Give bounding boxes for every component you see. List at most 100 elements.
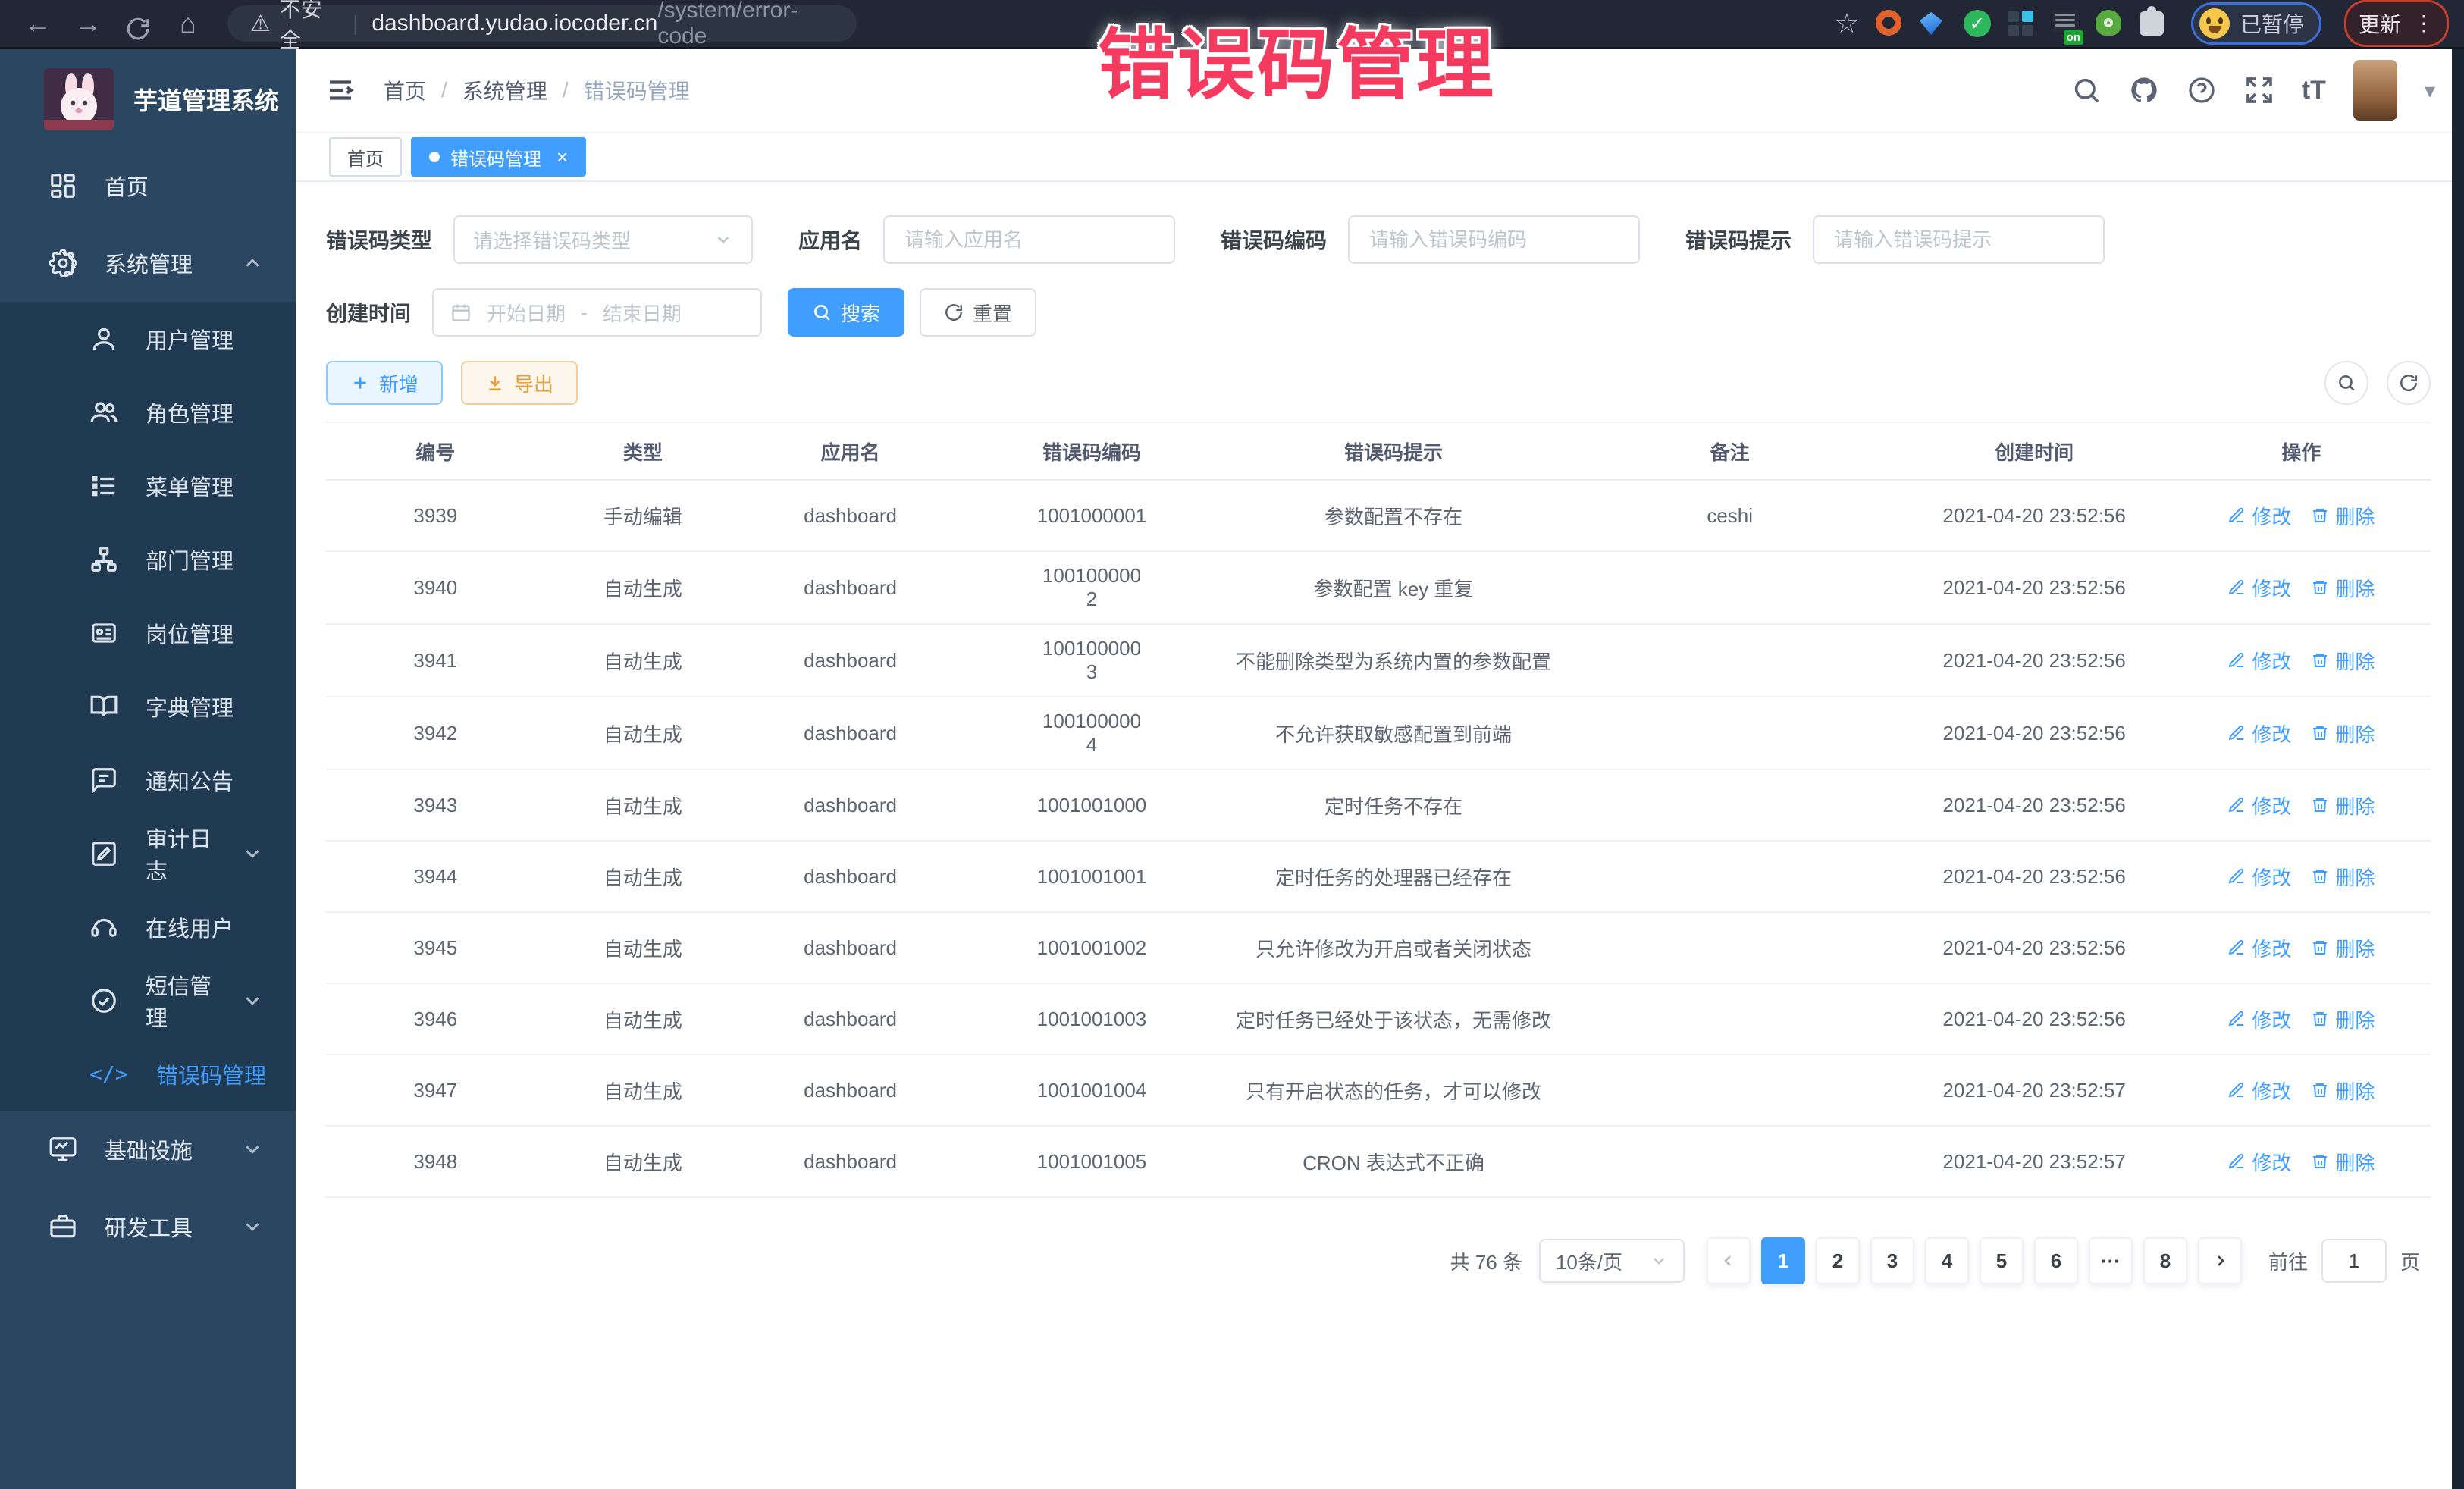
fullscreen-icon[interactable] [2244, 75, 2274, 105]
table-row[interactable]: 3941 自动生成 dashboard 100100000 3 不能删除类型为系… [326, 625, 2431, 697]
page-button-8[interactable]: 8 [2143, 1237, 2187, 1284]
page-button-3[interactable]: 3 [1870, 1237, 1914, 1284]
extension-gem-icon[interactable] [1920, 10, 1947, 37]
delete-button[interactable]: 删除 [2311, 574, 2375, 602]
sidebar-item-system[interactable]: 系统管理 [0, 224, 296, 302]
export-button[interactable]: 导出 [461, 361, 578, 405]
bookmark-star-icon[interactable]: ☆ [1835, 8, 1859, 39]
sidebar-item-home[interactable]: 首页 [0, 147, 296, 224]
delete-button[interactable]: 删除 [2311, 647, 2375, 675]
sidebar-item-notice[interactable]: 通知公告 [0, 743, 296, 817]
sidebar-item-online-users[interactable]: 在线用户 [0, 890, 296, 964]
page-button-5[interactable]: 5 [1980, 1237, 2024, 1284]
hamburger-icon[interactable] [324, 74, 356, 106]
edit-button[interactable]: 修改 [2227, 719, 2291, 748]
delete-button[interactable]: 删除 [2311, 934, 2375, 962]
browser-forward-icon[interactable]: → [65, 1, 111, 46]
edit-button[interactable]: 修改 [2227, 574, 2291, 602]
breadcrumb-home[interactable]: 首页 [384, 75, 426, 105]
extension-grid-icon[interactable] [2008, 10, 2035, 37]
page-button-1[interactable]: 1 [1761, 1237, 1805, 1284]
close-icon[interactable]: × [556, 146, 568, 169]
address-bar[interactable]: ⚠ 不安全 | dashboard.yudao.iocoder.cn/syste… [227, 5, 857, 42]
next-page-button[interactable] [2198, 1237, 2242, 1284]
edit-button[interactable]: 修改 [2227, 1077, 2291, 1105]
edit-button[interactable]: 修改 [2227, 502, 2291, 530]
page-scrollbar[interactable] [2452, 49, 2464, 1489]
page-button-2[interactable]: 2 [1816, 1237, 1860, 1284]
avatar-caret-down-icon[interactable]: ▾ [2425, 78, 2435, 103]
edit-button[interactable]: 修改 [2227, 1005, 2291, 1033]
table-row[interactable]: 3945 自动生成 dashboard 1001001002 只允许修改为开启或… [326, 913, 2431, 984]
sidebar-item-roles[interactable]: 角色管理 [0, 375, 296, 449]
delete-button[interactable]: 删除 [2311, 719, 2375, 748]
extension-green-icon[interactable]: ✓ [1964, 10, 1991, 37]
sidebar-logo-row[interactable]: 芋道管理系统 [0, 49, 296, 147]
sidebar-item-sms[interactable]: 短信管理 [0, 964, 296, 1037]
browser-profile-button[interactable]: 已暂停 [2191, 2, 2321, 45]
search-icon[interactable] [2071, 75, 2102, 105]
delete-button[interactable]: 删除 [2311, 863, 2375, 891]
browser-back-icon[interactable]: ← [15, 1, 61, 46]
table-row[interactable]: 3942 自动生成 dashboard 100100000 4 不允许获取敏感配… [326, 697, 2431, 770]
error-hint-input[interactable] [1813, 215, 2105, 264]
goto-page-input[interactable] [2321, 1239, 2387, 1283]
table-row[interactable]: 3939 手动编辑 dashboard 1001000001 参数配置不存在 c… [326, 481, 2431, 552]
page-size-select[interactable]: 10条/页 [1539, 1239, 1685, 1283]
table-row[interactable]: 3948 自动生成 dashboard 1001001005 CRON 表达式不… [326, 1127, 2431, 1198]
delete-button[interactable]: 删除 [2311, 1077, 2375, 1105]
sidebar-item-audit-log[interactable]: 审计日志 [0, 817, 296, 890]
sidebar-item-dev-tools[interactable]: 研发工具 [0, 1188, 296, 1265]
sidebar-item-posts[interactable]: 岗位管理 [0, 596, 296, 669]
refresh-table-button[interactable] [2387, 361, 2431, 405]
extension-list-icon[interactable]: on [2052, 10, 2079, 37]
prev-page-button[interactable] [1707, 1237, 1751, 1284]
sidebar-item-error-code[interactable]: </> 错误码管理 [0, 1037, 296, 1111]
sidebar-item-users[interactable]: 用户管理 [0, 302, 296, 375]
delete-button[interactable]: 删除 [2311, 792, 2375, 820]
more-pages-button[interactable]: ··· [2089, 1237, 2133, 1284]
reset-button[interactable]: 重置 [920, 288, 1036, 337]
edit-button[interactable]: 修改 [2227, 1148, 2291, 1176]
extension-on-badge: on [2064, 30, 2083, 45]
error-type-select[interactable]: 请选择错误码类型 [453, 215, 753, 264]
delete-button[interactable]: 删除 [2311, 1148, 2375, 1176]
table-row[interactable]: 3946 自动生成 dashboard 1001001003 定时任务已经处于该… [326, 984, 2431, 1055]
page-button-4[interactable]: 4 [1925, 1237, 1969, 1284]
edit-button[interactable]: 修改 [2227, 647, 2291, 675]
page-button-6[interactable]: 6 [2034, 1237, 2078, 1284]
edit-button[interactable]: 修改 [2227, 792, 2291, 820]
app-name-input[interactable] [883, 215, 1175, 264]
toggle-search-button[interactable] [2324, 361, 2368, 405]
extension-orange-icon[interactable] [1876, 10, 1903, 37]
help-icon[interactable] [2187, 75, 2217, 105]
table-row[interactable]: 3943 自动生成 dashboard 1001001000 定时任务不存在 2… [326, 770, 2431, 842]
breadcrumb-section[interactable]: 系统管理 [462, 75, 547, 105]
sidebar-item-infrastructure[interactable]: 基础设施 [0, 1111, 296, 1188]
edit-button[interactable]: 修改 [2227, 934, 2291, 962]
extension-puzzle-icon[interactable] [2140, 10, 2167, 37]
tab-error-code[interactable]: 错误码管理 × [411, 137, 586, 177]
table-row[interactable]: 3944 自动生成 dashboard 1001001001 定时任务的处理器已… [326, 842, 2431, 913]
sidebar-item-dict[interactable]: 字典管理 [0, 669, 296, 743]
table-row[interactable]: 3947 自动生成 dashboard 1001001004 只有开启状态的任务… [326, 1055, 2431, 1127]
delete-button[interactable]: 删除 [2311, 1005, 2375, 1033]
browser-home-icon[interactable]: ⌂ [165, 1, 211, 46]
font-size-icon[interactable]: tT [2302, 76, 2326, 105]
search-button[interactable]: 搜索 [788, 288, 904, 337]
extension-key-icon[interactable] [2096, 10, 2123, 37]
browser-menu-icon[interactable]: ⋮ [2413, 12, 2434, 35]
sidebar-item-departments[interactable]: 部门管理 [0, 522, 296, 596]
table-row[interactable]: 3940 自动生成 dashboard 100100000 2 参数配置 key… [326, 552, 2431, 625]
create-time-range-picker[interactable]: 开始日期 - 结束日期 [432, 288, 762, 337]
add-button[interactable]: 新增 [326, 361, 443, 405]
tab-home[interactable]: 首页 [329, 137, 402, 177]
delete-button[interactable]: 删除 [2311, 502, 2375, 530]
browser-reload-icon[interactable] [115, 6, 161, 42]
github-icon[interactable] [2129, 75, 2159, 105]
user-avatar[interactable] [2353, 60, 2397, 121]
browser-update-button[interactable]: 更新 ⋮ [2344, 0, 2449, 47]
sidebar-item-menus[interactable]: 菜单管理 [0, 449, 296, 522]
edit-button[interactable]: 修改 [2227, 863, 2291, 891]
error-code-input[interactable] [1348, 215, 1640, 264]
